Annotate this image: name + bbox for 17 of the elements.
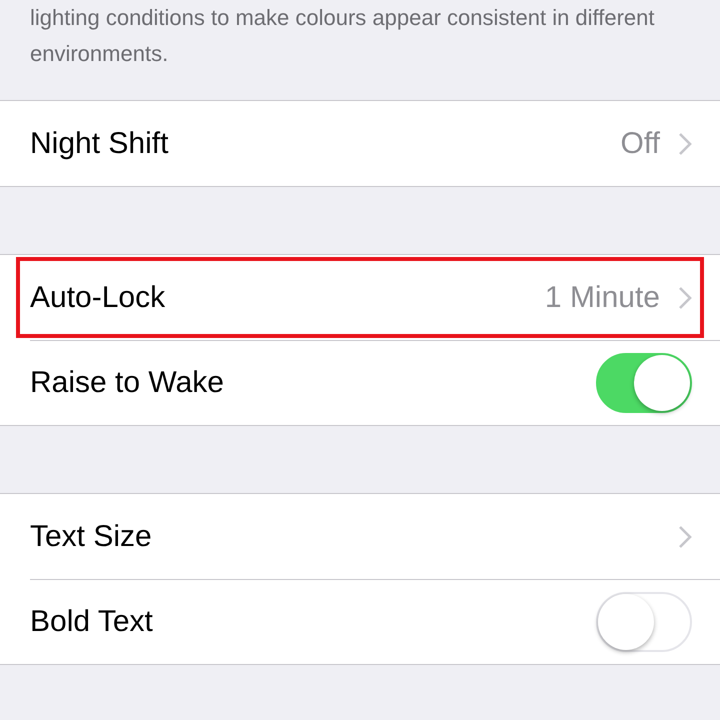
settings-row[interactable]: Raise to Wake xyxy=(0,340,720,425)
row-value: Off xyxy=(620,126,660,160)
row-label: Raise to Wake xyxy=(30,366,225,400)
settings-row[interactable]: Text Size xyxy=(0,494,720,579)
chevron-icon xyxy=(678,132,692,156)
row-label: Night Shift xyxy=(30,126,170,160)
settings-row[interactable]: Bold Text xyxy=(0,579,720,664)
chevron-icon xyxy=(678,524,692,548)
chevron-icon xyxy=(678,286,692,310)
row-value: 1 Minute xyxy=(544,280,660,314)
row-label: Text Size xyxy=(30,520,153,554)
footer-description: lighting conditions to make colours appear consistent in different environments. xyxy=(29,4,656,68)
row-label: Auto-Lock xyxy=(30,280,166,314)
settings-row[interactable]: Auto-Lock 1 Minute xyxy=(14,255,706,340)
toggle-switch[interactable] xyxy=(596,352,692,412)
settings-row[interactable]: Night Shift Off xyxy=(0,101,720,186)
row-label: Bold Text xyxy=(30,604,154,638)
